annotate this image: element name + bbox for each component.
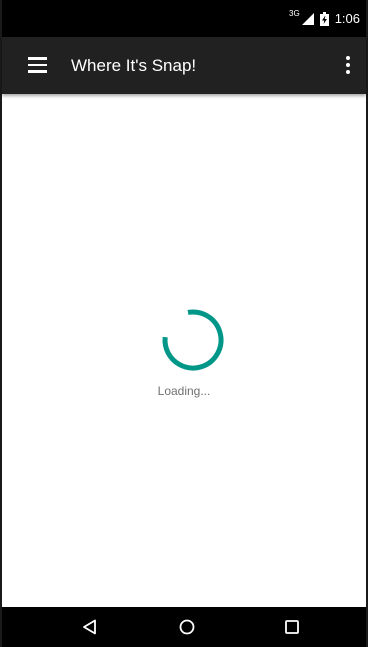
- phone-screen: 3G 1:06 Where It's Snap! Loading...: [0, 0, 368, 647]
- status-time: 1:06: [334, 11, 360, 26]
- app-bar: Where It's Snap!: [2, 37, 366, 94]
- recents-icon: [285, 620, 299, 634]
- app-title: Where It's Snap!: [71, 56, 197, 75]
- back-icon: [83, 619, 96, 635]
- loading-spinner: [162, 309, 224, 371]
- home-button[interactable]: [167, 607, 207, 647]
- signal-icon: [301, 12, 314, 25]
- main-content: Loading...: [2, 94, 366, 607]
- more-vert-icon[interactable]: [344, 55, 352, 75]
- home-icon: [179, 619, 195, 635]
- navigation-bar: [2, 607, 366, 647]
- battery-icon: [319, 11, 329, 26]
- recents-button[interactable]: [272, 607, 312, 647]
- menu-icon[interactable]: [28, 57, 47, 73]
- back-button[interactable]: [70, 607, 110, 647]
- status-icons: 3G 1:06: [289, 0, 360, 37]
- status-bar: 3G 1:06: [2, 0, 366, 37]
- loading-text: Loading...: [157, 384, 211, 398]
- network-type: 3G: [289, 8, 300, 18]
